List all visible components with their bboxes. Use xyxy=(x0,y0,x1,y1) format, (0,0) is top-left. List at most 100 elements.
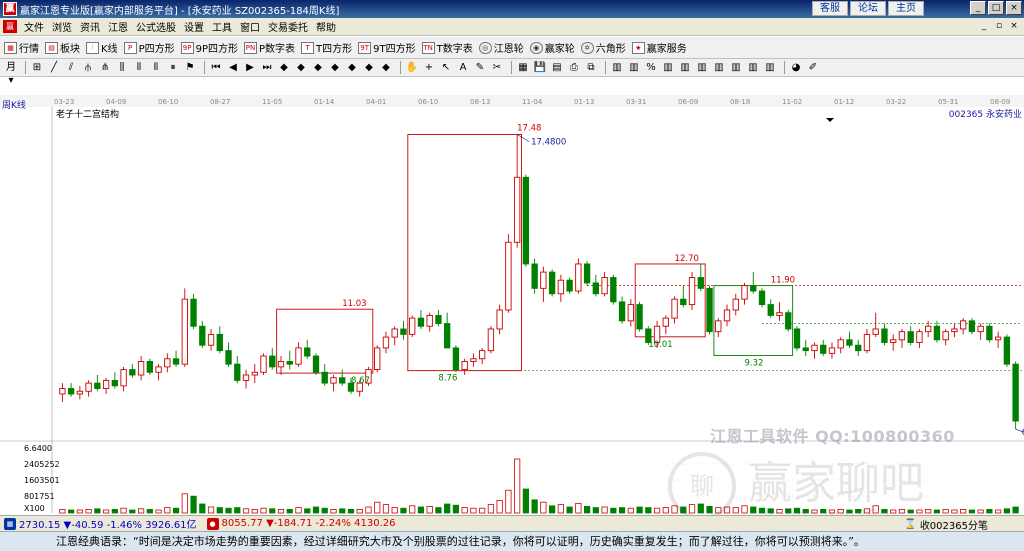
last-icon[interactable]: ⏭ xyxy=(260,61,274,74)
minimize-icon[interactable]: _ xyxy=(970,1,986,15)
menu-file[interactable]: 文件 xyxy=(20,19,48,34)
menu-settings[interactable]: 设置 xyxy=(180,19,208,34)
period-selector-icon[interactable]: 月▾ xyxy=(4,61,18,86)
text-tool-icon[interactable]: A xyxy=(456,61,470,74)
close-icon[interactable]: × xyxy=(1006,1,1022,15)
link-forum[interactable]: 论坛 xyxy=(850,1,886,16)
indicator-icon[interactable]: ▥ xyxy=(627,61,641,74)
toolbar-hexagon-button[interactable]: ✡ 六角形 xyxy=(580,40,626,55)
mdi-minimize-icon[interactable]: _ xyxy=(978,21,990,33)
menu-trade[interactable]: 交易委托 xyxy=(264,19,312,34)
sh-index[interactable]: ▦ 2730.15 ▼-40.59 -1.46% 3926.61亿 xyxy=(4,516,197,531)
toolbar-quote-button[interactable]: ▦ 行情 xyxy=(4,40,39,55)
watermark-logo-text: 赢家聊吧 xyxy=(748,458,924,509)
cycle-tool-icon[interactable]: ⫴ xyxy=(132,61,146,74)
link-home[interactable]: 主页 xyxy=(888,1,924,16)
calculator-icon[interactable]: ▦ xyxy=(516,61,530,74)
toolbar-separator xyxy=(400,61,401,74)
hand-tool-icon[interactable]: ✋ xyxy=(405,61,419,74)
candle-body xyxy=(610,277,617,303)
line-tool-icon[interactable]: ╱ xyxy=(47,61,61,74)
diamond-tool-icon[interactable]: ◆ xyxy=(345,61,359,74)
toolbar-kline-button[interactable]: ⫶ K线 xyxy=(86,40,118,55)
toolbar-winner-wheel-button[interactable]: ◉ 赢家轮 xyxy=(529,40,575,55)
svg-text:聊: 聊 xyxy=(690,472,714,500)
cross-tool-icon[interactable]: + xyxy=(422,61,436,74)
indicator-icon[interactable]: ▥ xyxy=(661,61,675,74)
toolbar-9t-square-button[interactable]: 9T 9T四方形 xyxy=(358,40,416,55)
time-axis-label: 04-09 xyxy=(106,98,126,106)
menu-tools[interactable]: 工具 xyxy=(208,19,236,34)
next-icon[interactable]: ▶ xyxy=(243,61,257,74)
indicator-icon[interactable]: ▥ xyxy=(763,61,777,74)
color-wheel-icon[interactable]: ◕ xyxy=(789,61,803,74)
note-tool-icon[interactable]: ✎ xyxy=(473,61,487,74)
menu-browse[interactable]: 浏览 xyxy=(48,19,76,34)
menu-window[interactable]: 窗口 xyxy=(236,19,264,34)
toolbar-p-square-button[interactable]: P P四方形 xyxy=(123,40,175,55)
candle-body xyxy=(461,361,468,371)
indicator-icon[interactable]: ▥ xyxy=(610,61,624,74)
indicator-icon[interactable]: ▥ xyxy=(712,61,726,74)
toolbar-p-table-button[interactable]: PN P数字表 xyxy=(244,40,295,55)
toolbar-t-table-button[interactable]: TN T数字表 xyxy=(421,40,473,55)
sz-index[interactable]: ● 8055.77 ▼-184.71 -2.24% 4130.26 xyxy=(206,517,395,530)
diamond-tool-icon[interactable]: ◆ xyxy=(311,61,325,74)
candle-body xyxy=(566,279,573,292)
indicator-icon[interactable]: ▥ xyxy=(729,61,743,74)
volume-bar xyxy=(417,506,425,514)
stock-label: 002365 永安药业 xyxy=(949,108,1022,120)
arrow-tool-icon[interactable]: ↖ xyxy=(439,61,453,74)
menu-info[interactable]: 资讯 xyxy=(76,19,104,34)
indicator-icon[interactable]: ▥ xyxy=(695,61,709,74)
toolbar-service-button[interactable]: ★ 赢家服务 xyxy=(631,40,687,55)
diamond-tool-icon[interactable]: ◆ xyxy=(379,61,393,74)
diamond-tool-icon[interactable]: ◆ xyxy=(328,61,342,74)
menu-help[interactable]: 帮助 xyxy=(312,19,340,34)
volume-bar xyxy=(575,502,582,514)
volume-bar xyxy=(269,508,276,514)
menu-formula[interactable]: 公式选股 xyxy=(132,19,180,34)
fork-tool-icon[interactable]: ⫛ xyxy=(81,61,95,74)
brush-icon[interactable]: ✐ xyxy=(806,61,820,74)
flag-tool-icon[interactable]: ⚑ xyxy=(183,61,197,74)
parallel-tool-icon[interactable]: ⫽ xyxy=(64,61,78,74)
mdi-close-icon[interactable]: × xyxy=(1008,21,1020,33)
diamond-tool-icon[interactable]: ◆ xyxy=(362,61,376,74)
toolbar-t-square-button[interactable]: T T四方形 xyxy=(301,40,352,55)
toolbar-sector-button[interactable]: ▤ 板块 xyxy=(45,40,80,55)
save-icon[interactable]: 💾 xyxy=(533,61,547,74)
menu-gann[interactable]: 江恩 xyxy=(104,19,132,34)
candle-body xyxy=(916,331,923,343)
mdi-restore-icon[interactable]: ▫ xyxy=(993,21,1005,33)
delete-tool-icon[interactable]: ✂ xyxy=(490,61,504,74)
toolbar-9p-square-button[interactable]: 9P 9P四方形 xyxy=(180,40,238,55)
prev-icon[interactable]: ◀ xyxy=(226,61,240,74)
9p-square-icon: 9P xyxy=(180,41,194,54)
toolbar-gann-wheel-button[interactable]: ◎ 江恩轮 xyxy=(478,40,524,55)
candle-body xyxy=(129,369,136,376)
zoom-icon[interactable]: ⊞ xyxy=(30,61,44,74)
sz-index-icon: ● xyxy=(206,517,219,530)
volume-bar xyxy=(995,509,1002,514)
status-right[interactable]: ⌛ 收002365分笔 xyxy=(904,517,988,532)
diamond-tool-icon[interactable]: ◆ xyxy=(294,61,308,74)
report-icon[interactable]: ▤ xyxy=(550,61,564,74)
print-icon[interactable]: ⎙ xyxy=(567,61,581,74)
candle-body xyxy=(925,325,932,333)
maximize-icon[interactable]: □ xyxy=(988,1,1004,15)
diamond-tool-icon[interactable]: ◆ xyxy=(277,61,291,74)
fan-tool-icon[interactable]: ⋔ xyxy=(98,61,112,74)
percent-icon[interactable]: % xyxy=(644,61,658,74)
indicator-icon[interactable]: ▥ xyxy=(678,61,692,74)
link-service[interactable]: 客服 xyxy=(812,1,848,16)
marker-tool-icon[interactable]: ⏸ xyxy=(166,61,180,74)
copy-icon[interactable]: ⧉ xyxy=(584,61,598,74)
candle-body xyxy=(793,328,801,349)
first-icon[interactable]: ⏮ xyxy=(209,61,223,74)
toolbar-label: T数字表 xyxy=(436,44,473,55)
bar-tool-icon[interactable]: ⦀ xyxy=(149,61,163,74)
indicator-icon[interactable]: ▥ xyxy=(746,61,760,74)
grid-tool-icon[interactable]: ⫼ xyxy=(115,61,129,74)
volume-unit-label: X100 xyxy=(24,504,45,513)
